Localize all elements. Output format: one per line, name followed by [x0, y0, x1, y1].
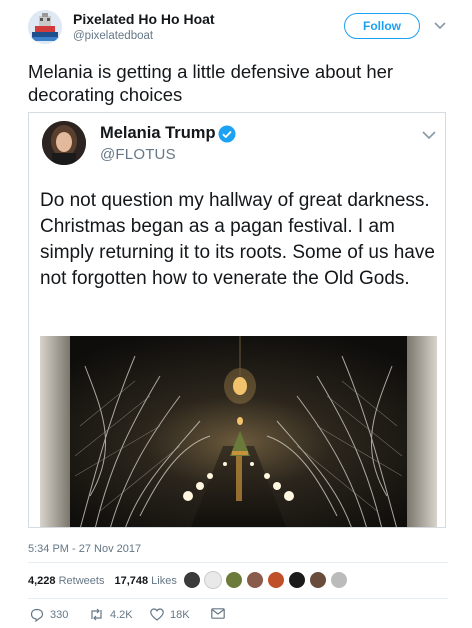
liker-avatars [183, 571, 351, 589]
likes-stat[interactable]: 17,748 Likes [114, 575, 176, 587]
chevron-down-icon[interactable] [432, 17, 448, 33]
user-handle[interactable]: @pixelatedboat [73, 30, 153, 42]
embedded-tweet-image: Melania Trump @FLOTUS Do not question my… [28, 112, 446, 528]
tweet-stats: 4,228 Retweets 17,748 Likes [28, 575, 177, 587]
embedded-tweet-text: Do not question my hallway of great dark… [40, 190, 435, 289]
chevron-down-icon [422, 131, 436, 140]
display-name[interactable]: Pixelated Ho Ho Hoat [73, 11, 215, 27]
liker-avatar[interactable] [288, 571, 306, 589]
direct-message-button[interactable] [211, 608, 231, 619]
liker-avatar[interactable] [204, 571, 222, 589]
tweet-timestamp[interactable]: 5:34 PM - 27 Nov 2017 [28, 543, 141, 555]
follow-button[interactable]: Follow [344, 13, 420, 39]
embedded-display-name: Melania Trump [100, 124, 216, 142]
retweet-button[interactable]: 4.2K [89, 608, 133, 621]
tweet-text: Melania is getting a little defensive ab… [28, 61, 394, 105]
like-count: 18K [170, 608, 190, 621]
tweet-actions: 330 4.2K 18K [28, 608, 448, 626]
liker-avatar[interactable] [246, 571, 264, 589]
avatar[interactable] [28, 10, 62, 44]
like-button[interactable]: 18K [150, 608, 190, 621]
retweet-icon [91, 608, 102, 621]
liker-avatar[interactable] [309, 571, 327, 589]
retweets-stat[interactable]: 4,228 Retweets [28, 575, 104, 587]
embedded-avatar [42, 121, 86, 165]
liker-avatar[interactable] [267, 571, 285, 589]
liker-avatar[interactable] [330, 571, 348, 589]
liker-avatar[interactable] [183, 571, 201, 589]
envelope-icon [211, 608, 225, 619]
reply-icon [30, 608, 44, 622]
embedded-handle: @FLOTUS [100, 146, 176, 163]
retweet-count: 4.2K [110, 608, 133, 621]
liker-avatar[interactable] [225, 571, 243, 589]
hallway-photo [40, 336, 437, 527]
tweet-header: Pixelated Ho Ho Hoat @pixelatedboat Foll… [0, 0, 472, 56]
verified-badge-icon [218, 125, 236, 143]
heart-icon [150, 608, 164, 621]
reply-count: 330 [50, 609, 69, 621]
divider [28, 562, 448, 563]
divider [28, 598, 448, 599]
reply-button[interactable]: 330 [30, 608, 68, 622]
